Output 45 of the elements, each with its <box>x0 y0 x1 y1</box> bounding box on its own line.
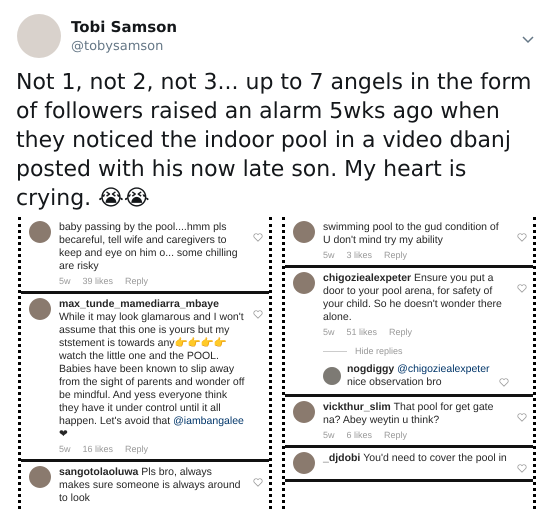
comment-text: max_tunde_mamediarra_mbaye While it may look glamarous and I won't assume that this one is yours but my ststement is towards any👉👉👉👉 watch the little one and the POOL. Babies have been known to slip away from the sight of parents and wonder off be mindful. And yess everyone think they have it under control until it all happen. Let's avoid that @iambangalee ❤ <box>59 298 245 441</box>
reply-text: nogdiggy @chigoziealexpeter nice observation bro <box>347 363 491 389</box>
like-count[interactable]: 51 likes <box>346 327 378 337</box>
tweet-text: Not 1, not 2, not 3... up to 7 angels in the form of followers raised an alarm 5wks ago when they noticed the indoor pool in a video dbanj posted with his now late son. My heart is crying. 😭😭 <box>15 69 532 213</box>
comment-time: 5w <box>59 444 71 454</box>
avatar <box>293 401 315 423</box>
chevron-down-icon[interactable] <box>522 36 534 44</box>
like-count[interactable]: 39 likes <box>82 276 114 286</box>
like-count[interactable]: 16 likes <box>82 444 114 454</box>
heart-icon[interactable] <box>253 310 263 319</box>
comment-time: 5w <box>323 250 335 260</box>
reply-link[interactable]: Reply <box>384 250 408 260</box>
avatar <box>293 221 315 243</box>
like-count[interactable]: 6 likes <box>346 430 372 440</box>
comment-text: vickthur_slim That pool for get gate na? Abey weytin u think? <box>323 401 494 427</box>
heart-icon[interactable] <box>253 478 263 487</box>
avatar <box>323 367 341 385</box>
avatar <box>29 221 51 243</box>
heart-icon[interactable] <box>517 233 527 242</box>
avatar <box>293 452 315 474</box>
user-handle[interactable]: @tobysamson <box>71 39 512 54</box>
comment-text: swimming pool to the gud condition of U don't mind try my ability <box>323 221 500 247</box>
avatar <box>29 466 51 488</box>
comment-text: sangotolaoluwa Pls bro, always makes sure someone is always around to look <box>59 466 242 505</box>
reply-link[interactable]: Reply <box>125 444 148 454</box>
heart-icon[interactable] <box>517 464 527 473</box>
heart-icon[interactable] <box>499 378 509 386</box>
like-count[interactable]: 3 likes <box>346 250 372 260</box>
comment-time: 5w <box>323 430 335 440</box>
reply-link[interactable]: Reply <box>384 430 408 440</box>
comment-text: chigoziealexpeter Ensure you put a door to your pool arena, for safety of your child. So he doesn't wonder there alone. <box>323 272 503 324</box>
comment-text: baby passing by the pool....hmm pls becareful, tell wife and caregivers to keep and eye on him o... some chilling are risky <box>59 221 239 273</box>
reply-link[interactable]: Reply <box>125 276 148 286</box>
profile-avatar[interactable] <box>17 14 61 58</box>
avatar <box>293 272 315 294</box>
comment-time: 5w <box>59 276 71 286</box>
reply-link[interactable]: Reply <box>389 327 412 337</box>
user-name[interactable]: Tobi Samson <box>71 18 512 36</box>
heart-icon[interactable] <box>253 233 263 242</box>
heart-icon[interactable] <box>517 284 527 293</box>
hide-replies-link[interactable]: Hide replies <box>323 340 509 360</box>
avatar <box>29 298 51 320</box>
comment-text: _djdobi You'd need to cover the pool in <box>323 452 508 465</box>
heart-icon[interactable] <box>517 413 527 422</box>
comment-time: 5w <box>323 327 335 337</box>
